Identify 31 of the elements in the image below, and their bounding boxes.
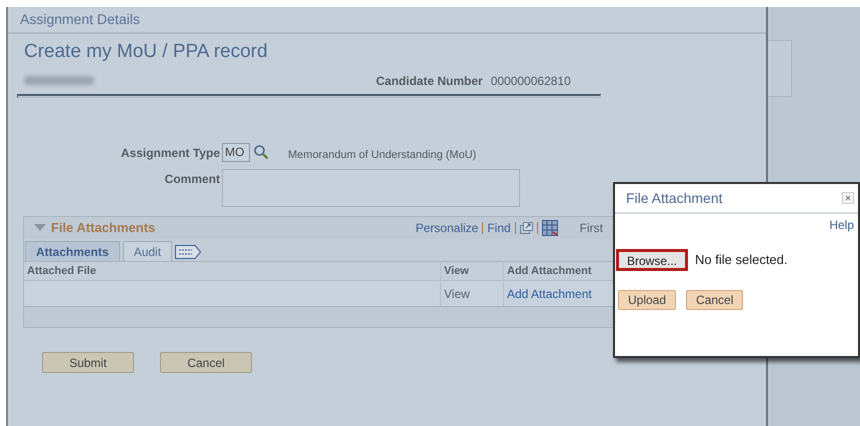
field-description: Memorandum of Understanding (MoU) [288,148,476,162]
tab[interactable]: Audit [122,241,172,261]
close-icon[interactable] [842,192,854,204]
redacted-name [24,76,94,85]
tab[interactable]: Attachments [25,241,120,261]
column-header: Add Attachment [506,264,593,279]
comment-field[interactable] [222,169,520,207]
grid-title: File Attachments [51,219,156,238]
page-title: Create my MoU / PPA record [23,40,269,64]
add-attachment-link[interactable]: Add Attachment [507,284,592,302]
form-button[interactable]: Cancel [160,352,252,373]
pagination-label: First [580,220,603,237]
toolbar-link[interactable]: Find [487,219,511,237]
new-window-icon[interactable] [520,222,533,234]
file-status: No file selected. [695,251,788,270]
field-label: Assignment Type [120,144,221,162]
search-icon[interactable] [253,144,269,160]
field-label: Comment [164,171,221,188]
show-all-columns-icon[interactable] [175,245,202,259]
field-value: 000000062810 [490,72,571,90]
lookup-field[interactable]: MO [222,142,250,162]
browse-button[interactable]: Browse... [616,249,688,271]
dialog-button[interactable]: Cancel [686,290,744,310]
dialog-button[interactable]: Upload [618,290,676,310]
form-button[interactable]: Submit [42,352,134,373]
dialog-title: File Attachment [626,188,722,208]
field-label: Candidate Number [376,72,483,90]
help-link[interactable]: Help [829,216,854,234]
window-title: Assignment Details [20,10,140,29]
toolbar-link[interactable]: Personalize [416,219,478,237]
download-grid-icon[interactable] [542,220,558,236]
